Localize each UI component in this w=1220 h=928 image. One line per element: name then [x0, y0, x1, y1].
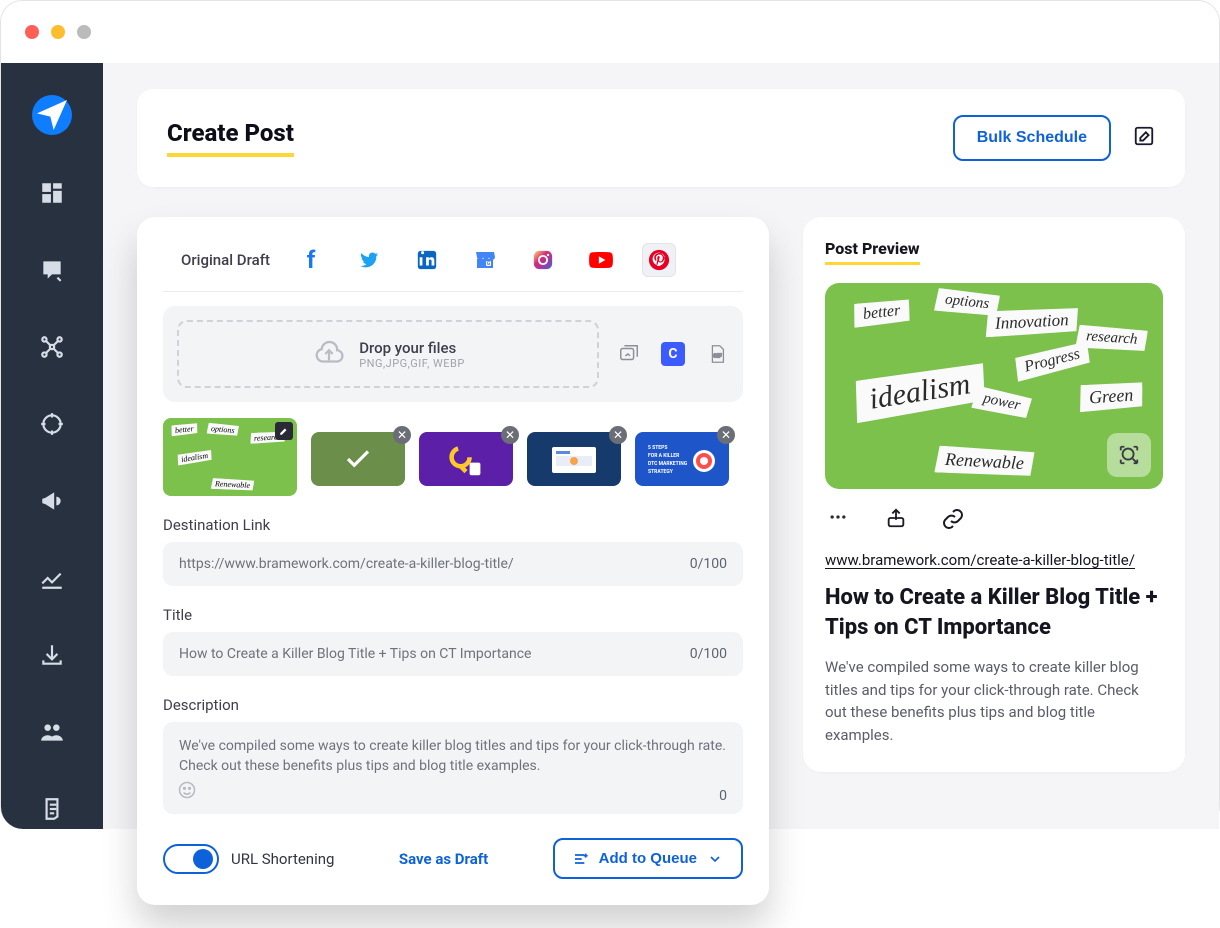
google-business-tab-icon[interactable]: G [468, 243, 502, 277]
content-area: Create Post Bulk Schedule Original Draft… [103, 63, 1219, 829]
window-titlebar [1, 1, 1219, 63]
editor-footer: URL Shortening Save as Draft Add to Queu… [163, 838, 743, 879]
window-minimize-icon[interactable] [51, 25, 65, 39]
sidebar-document-icon[interactable] [32, 790, 72, 829]
app-window: Create Post Bulk Schedule Original Draft… [0, 0, 1220, 828]
youtube-tab-icon[interactable] [584, 243, 618, 277]
title-field[interactable]: 0/100 [163, 632, 743, 676]
sidebar-network-icon[interactable] [32, 327, 72, 366]
edit-layout-icon[interactable] [1133, 125, 1155, 151]
media-library-icon[interactable] [617, 342, 641, 366]
header-card: Create Post Bulk Schedule [137, 89, 1185, 187]
title-counter: 0/100 [690, 646, 727, 662]
dropzone-subtitle: PNG,JPG,GIF, WEBP [359, 357, 465, 370]
preview-headline: How to Create a Killer Blog Title + Tips… [825, 583, 1163, 642]
post-preview-panel: Post Preview better options Innovation r… [803, 217, 1185, 772]
svg-text:G: G [487, 261, 491, 267]
edit-thumbnail-icon[interactable] [275, 422, 293, 440]
linkedin-tab-icon[interactable] [410, 243, 444, 277]
remove-thumbnail-icon[interactable]: ✕ [501, 426, 519, 444]
queue-button-label: Add to Queue [599, 850, 697, 867]
chevron-down-icon [707, 851, 723, 867]
media-thumbnails: better options research idealism Renewab… [163, 418, 743, 496]
main-columns: Original Draft f G [137, 217, 1185, 905]
window-maximize-icon[interactable] [77, 25, 91, 39]
thumbnail-5[interactable]: 5 STEPS FOR A KILLER DTC MARKETING STRATEGY… [635, 432, 729, 486]
gif-icon[interactable]: GIF [705, 342, 729, 366]
window-close-icon[interactable] [25, 25, 39, 39]
dropzone[interactable]: Drop your files PNG,JPG,GIF, WEBP [177, 320, 599, 388]
remove-thumbnail-icon[interactable]: ✕ [393, 426, 411, 444]
description-label: Description [163, 696, 743, 714]
instagram-tab-icon[interactable] [526, 243, 560, 277]
channel-tabs: Original Draft f G [163, 243, 743, 292]
app-logo-icon[interactable] [32, 95, 72, 135]
thumbnail-2[interactable]: ✕ [311, 432, 405, 486]
canva-icon[interactable]: C [661, 342, 685, 366]
bulk-schedule-button[interactable]: Bulk Schedule [953, 115, 1111, 161]
zoom-preview-icon[interactable] [1107, 433, 1151, 477]
thumbnail-1[interactable]: better options research idealism Renewab… [163, 418, 297, 496]
preview-image: better options Innovation research ideal… [825, 283, 1163, 489]
svg-text:GIF: GIF [713, 354, 721, 360]
svg-text:FOR A KILLER: FOR A KILLER [648, 453, 680, 459]
twitter-tab-icon[interactable] [352, 243, 386, 277]
pinterest-tab-icon[interactable] [642, 243, 676, 277]
emoji-picker-icon[interactable] [177, 780, 197, 804]
dropzone-title: Drop your files [359, 339, 465, 357]
description-field[interactable]: 0 [163, 722, 743, 814]
facebook-tab-icon[interactable]: f [294, 243, 328, 277]
tab-original-draft[interactable]: Original Draft [181, 251, 270, 269]
post-editor: Original Draft f G [137, 217, 769, 905]
upload-tools: C GIF [617, 342, 729, 366]
preview-description: We've compiled some ways to create kille… [825, 656, 1163, 746]
page-title: Create Post [167, 119, 294, 157]
url-shortening-toggle[interactable]: URL Shortening [163, 844, 334, 874]
destination-counter: 0/100 [690, 556, 727, 572]
preview-heading: Post Preview [825, 239, 920, 265]
remove-thumbnail-icon[interactable]: ✕ [609, 426, 627, 444]
sidebar [1, 63, 103, 829]
save-as-draft-button[interactable]: Save as Draft [399, 850, 488, 868]
link-icon[interactable] [941, 507, 965, 535]
toggle-switch[interactable] [163, 844, 219, 874]
sidebar-team-icon[interactable] [32, 713, 72, 752]
sidebar-dashboard-icon[interactable] [32, 173, 72, 212]
svg-text:STRATEGY: STRATEGY [648, 469, 674, 475]
toggle-label: URL Shortening [231, 850, 334, 868]
svg-text:5 STEPS: 5 STEPS [648, 445, 667, 451]
thumbnail-3[interactable]: ✕ [419, 432, 513, 486]
title-input[interactable] [179, 646, 678, 662]
title-label: Title [163, 606, 743, 624]
more-options-icon[interactable] [825, 507, 851, 535]
remove-thumbnail-icon[interactable]: ✕ [717, 426, 735, 444]
description-input[interactable] [179, 736, 727, 800]
svg-text:DTC MARKETING: DTC MARKETING [648, 461, 688, 467]
add-to-queue-button[interactable]: Add to Queue [553, 838, 743, 879]
destination-link-label: Destination Link [163, 516, 743, 534]
description-counter: 0 [719, 788, 727, 804]
sidebar-download-icon[interactable] [32, 636, 72, 675]
share-icon[interactable] [885, 507, 907, 535]
header-actions: Bulk Schedule [953, 115, 1155, 161]
preview-url[interactable]: www.bramework.com/create-a-killer-blog-t… [825, 551, 1163, 569]
thumbnail-4[interactable]: ✕ [527, 432, 621, 486]
sidebar-compose-icon[interactable] [32, 250, 72, 289]
sidebar-target-icon[interactable] [32, 404, 72, 443]
app-body: Create Post Bulk Schedule Original Draft… [1, 63, 1219, 829]
destination-link-input[interactable] [179, 556, 678, 572]
sidebar-analytics-icon[interactable] [32, 559, 72, 598]
preview-actions [825, 507, 1163, 535]
destination-link-field[interactable]: 0/100 [163, 542, 743, 586]
sidebar-megaphone-icon[interactable] [32, 481, 72, 520]
media-upload-row: Drop your files PNG,JPG,GIF, WEBP C GIF [163, 306, 743, 402]
